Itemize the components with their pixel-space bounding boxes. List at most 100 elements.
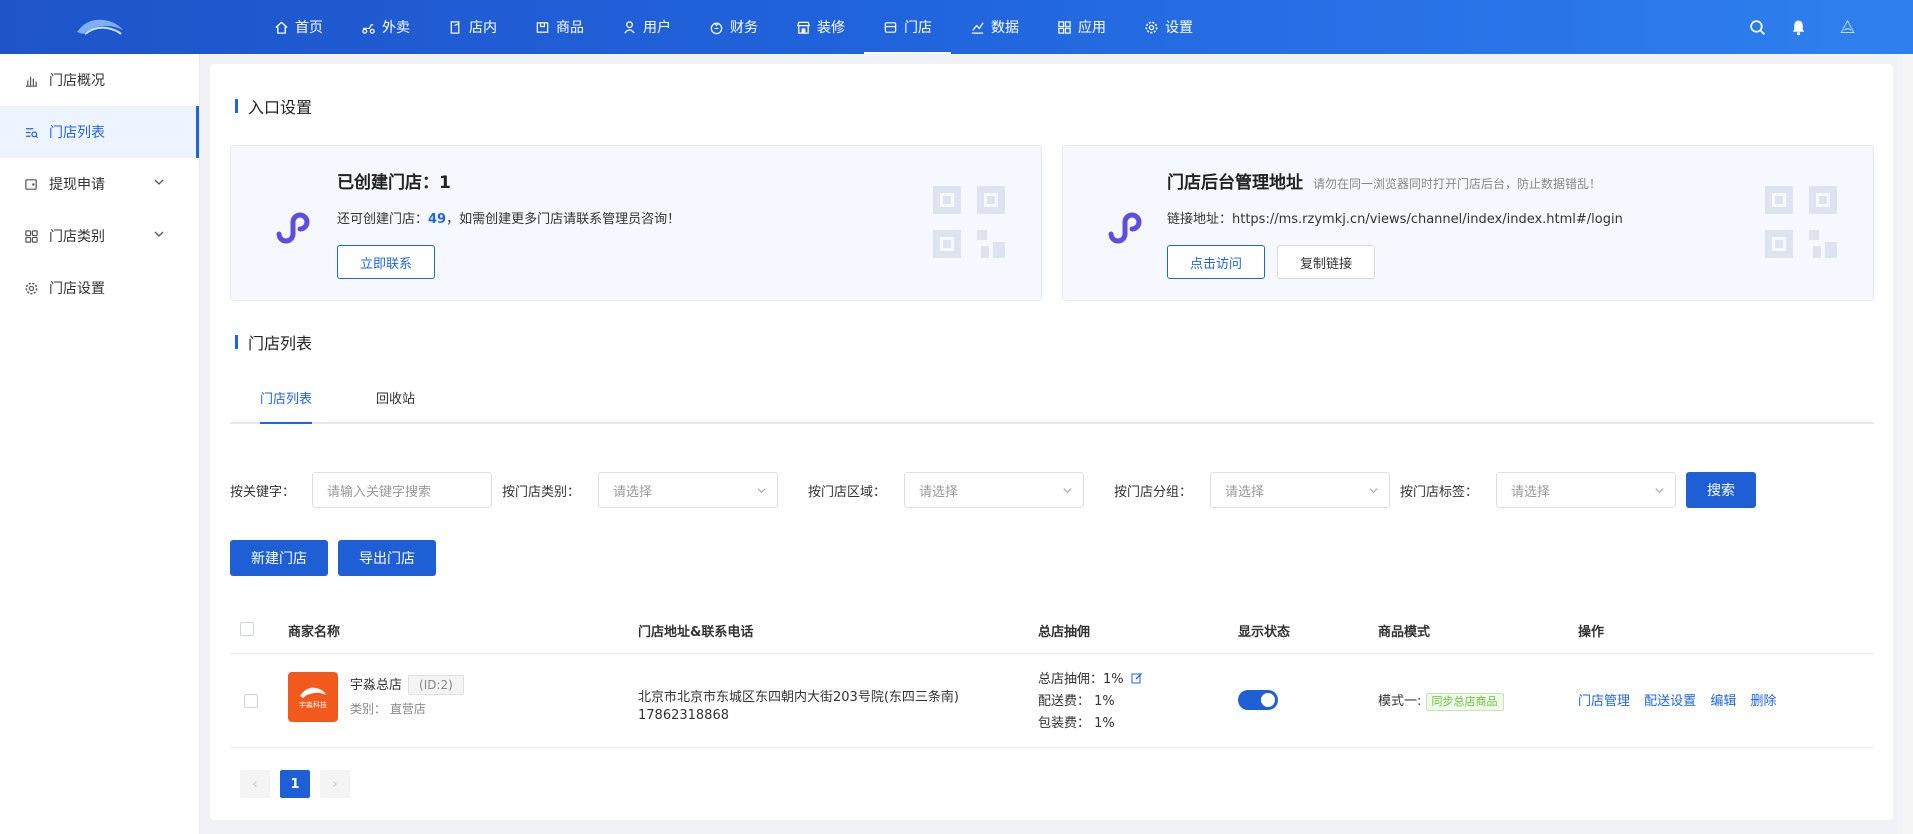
main-panel: 入口设置 已创建门店：1 还可创建门店：49，如需创建更多门店请联系管理员咨询！…	[210, 64, 1893, 820]
sidebar-item-2[interactable]: 提现申请	[0, 158, 199, 210]
store-manage-link[interactable]: 门店管理	[1578, 694, 1630, 709]
edit-icon[interactable]	[1131, 672, 1143, 684]
apps-icon	[1058, 20, 1071, 34]
search-icon[interactable]	[1749, 19, 1766, 36]
delivery-settings-link[interactable]: 配送设置	[1644, 694, 1696, 709]
withdraw-icon	[25, 178, 37, 190]
sidebar-item-0[interactable]: 门店概况	[0, 54, 199, 106]
store-icon	[884, 21, 897, 33]
keyword-input[interactable]: 请输入关键字搜索	[312, 472, 492, 508]
nav-item-label: 商品	[556, 20, 584, 36]
col-commission: 总店抽佣	[1038, 625, 1091, 640]
chevron-down-icon	[757, 488, 766, 494]
sidebar: 门店概况门店列表提现申请门店类别门店设置	[0, 54, 200, 834]
edit-link[interactable]: 编辑	[1710, 694, 1736, 709]
sidebar-item-label: 提现申请	[49, 177, 105, 193]
col-mode: 商品模式	[1378, 625, 1431, 640]
wallet-icon	[710, 21, 723, 34]
mini-program-icon	[1108, 212, 1142, 244]
new-store-button[interactable]: 新建门店	[230, 540, 328, 576]
store-phone: 17862318868	[638, 708, 729, 723]
commission-line: 总店抽佣：1%	[1038, 668, 1143, 687]
visit-button[interactable]: 点击访问	[1167, 245, 1265, 279]
delivery-fee: 配送费： 1%	[1038, 694, 1115, 709]
sidebar-item-1[interactable]: 门店列表	[0, 106, 199, 158]
sidebar-item-4[interactable]: 门店设置	[0, 262, 199, 314]
store-logo: 宇淼科技	[288, 672, 338, 722]
top-bar: 首页 外卖 店内 商品 用户 财务 装修 门店 数据 应用 设置	[0, 0, 1913, 54]
nav-item-label: 门店	[904, 20, 932, 36]
region-select[interactable]: 请选择	[904, 472, 1084, 508]
admin-url-hint: 请勿在同一浏览器同时打开门店后台，防止数据错乱！	[1313, 177, 1602, 191]
mini-program-icon	[276, 212, 310, 244]
search-button[interactable]: 搜索	[1686, 472, 1756, 508]
nav-item-0[interactable]: 首页	[255, 0, 342, 54]
remaining-count: 49	[428, 212, 447, 227]
chart-icon	[971, 21, 984, 34]
nav-item-8[interactable]: 数据	[951, 0, 1038, 54]
row-checkbox[interactable]	[244, 694, 258, 708]
brand-logo-icon	[77, 19, 123, 35]
entry-section-title: 入口设置	[235, 94, 312, 118]
pagination-next[interactable]: ›	[320, 770, 350, 798]
commission-value: 总店抽佣：1%	[1038, 672, 1124, 687]
tab-recycle-bin[interactable]: 回收站	[376, 384, 415, 424]
export-stores-button[interactable]: 导出门店	[338, 540, 436, 576]
pagination-page-1[interactable]: 1	[280, 770, 310, 798]
nav-item-label: 首页	[295, 20, 323, 36]
brand-logo[interactable]	[0, 0, 200, 54]
nav-item-label: 外卖	[382, 20, 410, 36]
chevron-down-icon	[1063, 488, 1072, 494]
tag-select-value: 请选择	[1511, 484, 1551, 500]
user-avatar[interactable]	[1831, 11, 1863, 43]
nav-item-4[interactable]: 用户	[603, 0, 690, 54]
nav-item-10[interactable]: 设置	[1125, 0, 1212, 54]
admin-url-title: 门店后台管理地址 请勿在同一浏览器同时打开门店后台，防止数据错乱！	[1167, 168, 1601, 193]
select-all-checkbox[interactable]	[240, 622, 254, 636]
avatar-logo-icon	[1840, 19, 1854, 33]
nav-item-label: 数据	[991, 20, 1019, 36]
tab-store-list[interactable]: 门店列表	[260, 384, 313, 424]
nav-item-label: 店内	[469, 20, 497, 36]
pagination-prev[interactable]: ‹	[240, 770, 270, 798]
grid-icon	[25, 229, 38, 243]
qr-code-icon	[1765, 186, 1837, 258]
copy-link-button[interactable]: 复制链接	[1277, 245, 1375, 279]
category-select-value: 请选择	[613, 484, 653, 500]
table-row: 宇淼科技 宇淼总店 (ID:2) 类别： 直营店 北京市北京市东城区东四朝内大街2…	[230, 654, 1874, 748]
contact-button[interactable]: 立即联系	[337, 245, 435, 279]
delete-link[interactable]: 删除	[1750, 694, 1776, 709]
nav-item-7[interactable]: 门店	[864, 0, 951, 54]
group-select[interactable]: 请选择	[1210, 472, 1390, 508]
store-name-line: 宇淼总店 (ID:2)	[350, 674, 464, 695]
store-list-section-title: 门店列表	[235, 330, 312, 354]
qr-code-icon	[933, 186, 1005, 258]
display-status-toggle[interactable]	[1238, 690, 1278, 710]
region-select-value: 请选择	[919, 484, 959, 500]
store-address: 北京市北京市东城区东四朝内大街203号院(东四三条南)	[638, 690, 959, 705]
nav-item-2[interactable]: 店内	[429, 0, 516, 54]
tag-label: 按门店标签：	[1400, 485, 1479, 500]
store-name: 宇淼总店	[350, 678, 403, 693]
tag-select[interactable]: 请选择	[1496, 472, 1676, 508]
nav-item-6[interactable]: 装修	[777, 0, 864, 54]
nav-item-1[interactable]: 外卖	[342, 0, 429, 54]
chevron-down-icon	[154, 179, 164, 185]
store-category: 类别： 直营店	[350, 702, 426, 716]
gear-icon	[25, 282, 38, 294]
nav-item-9[interactable]: 应用	[1038, 0, 1125, 54]
bar-chart-icon	[25, 76, 38, 87]
bell-icon[interactable]	[1790, 19, 1807, 36]
shop-decor-icon	[797, 21, 810, 34]
store-id-badge: (ID:2)	[408, 675, 464, 695]
sidebar-item-label: 门店类别	[49, 229, 105, 245]
category-select[interactable]: 请选择	[598, 472, 778, 508]
sidebar-item-3[interactable]: 门店类别	[0, 210, 199, 262]
page-scrollbar[interactable]	[1903, 54, 1913, 834]
store-logo-text: 宇淼科技	[299, 701, 327, 709]
sidebar-item-label: 门店列表	[49, 125, 105, 141]
group-label: 按门店分组：	[1114, 485, 1193, 500]
nav-item-5[interactable]: 财务	[690, 0, 777, 54]
nav-item-3[interactable]: 商品	[516, 0, 603, 54]
row-actions: 门店管理 配送设置 编辑 删除	[1578, 690, 1786, 709]
